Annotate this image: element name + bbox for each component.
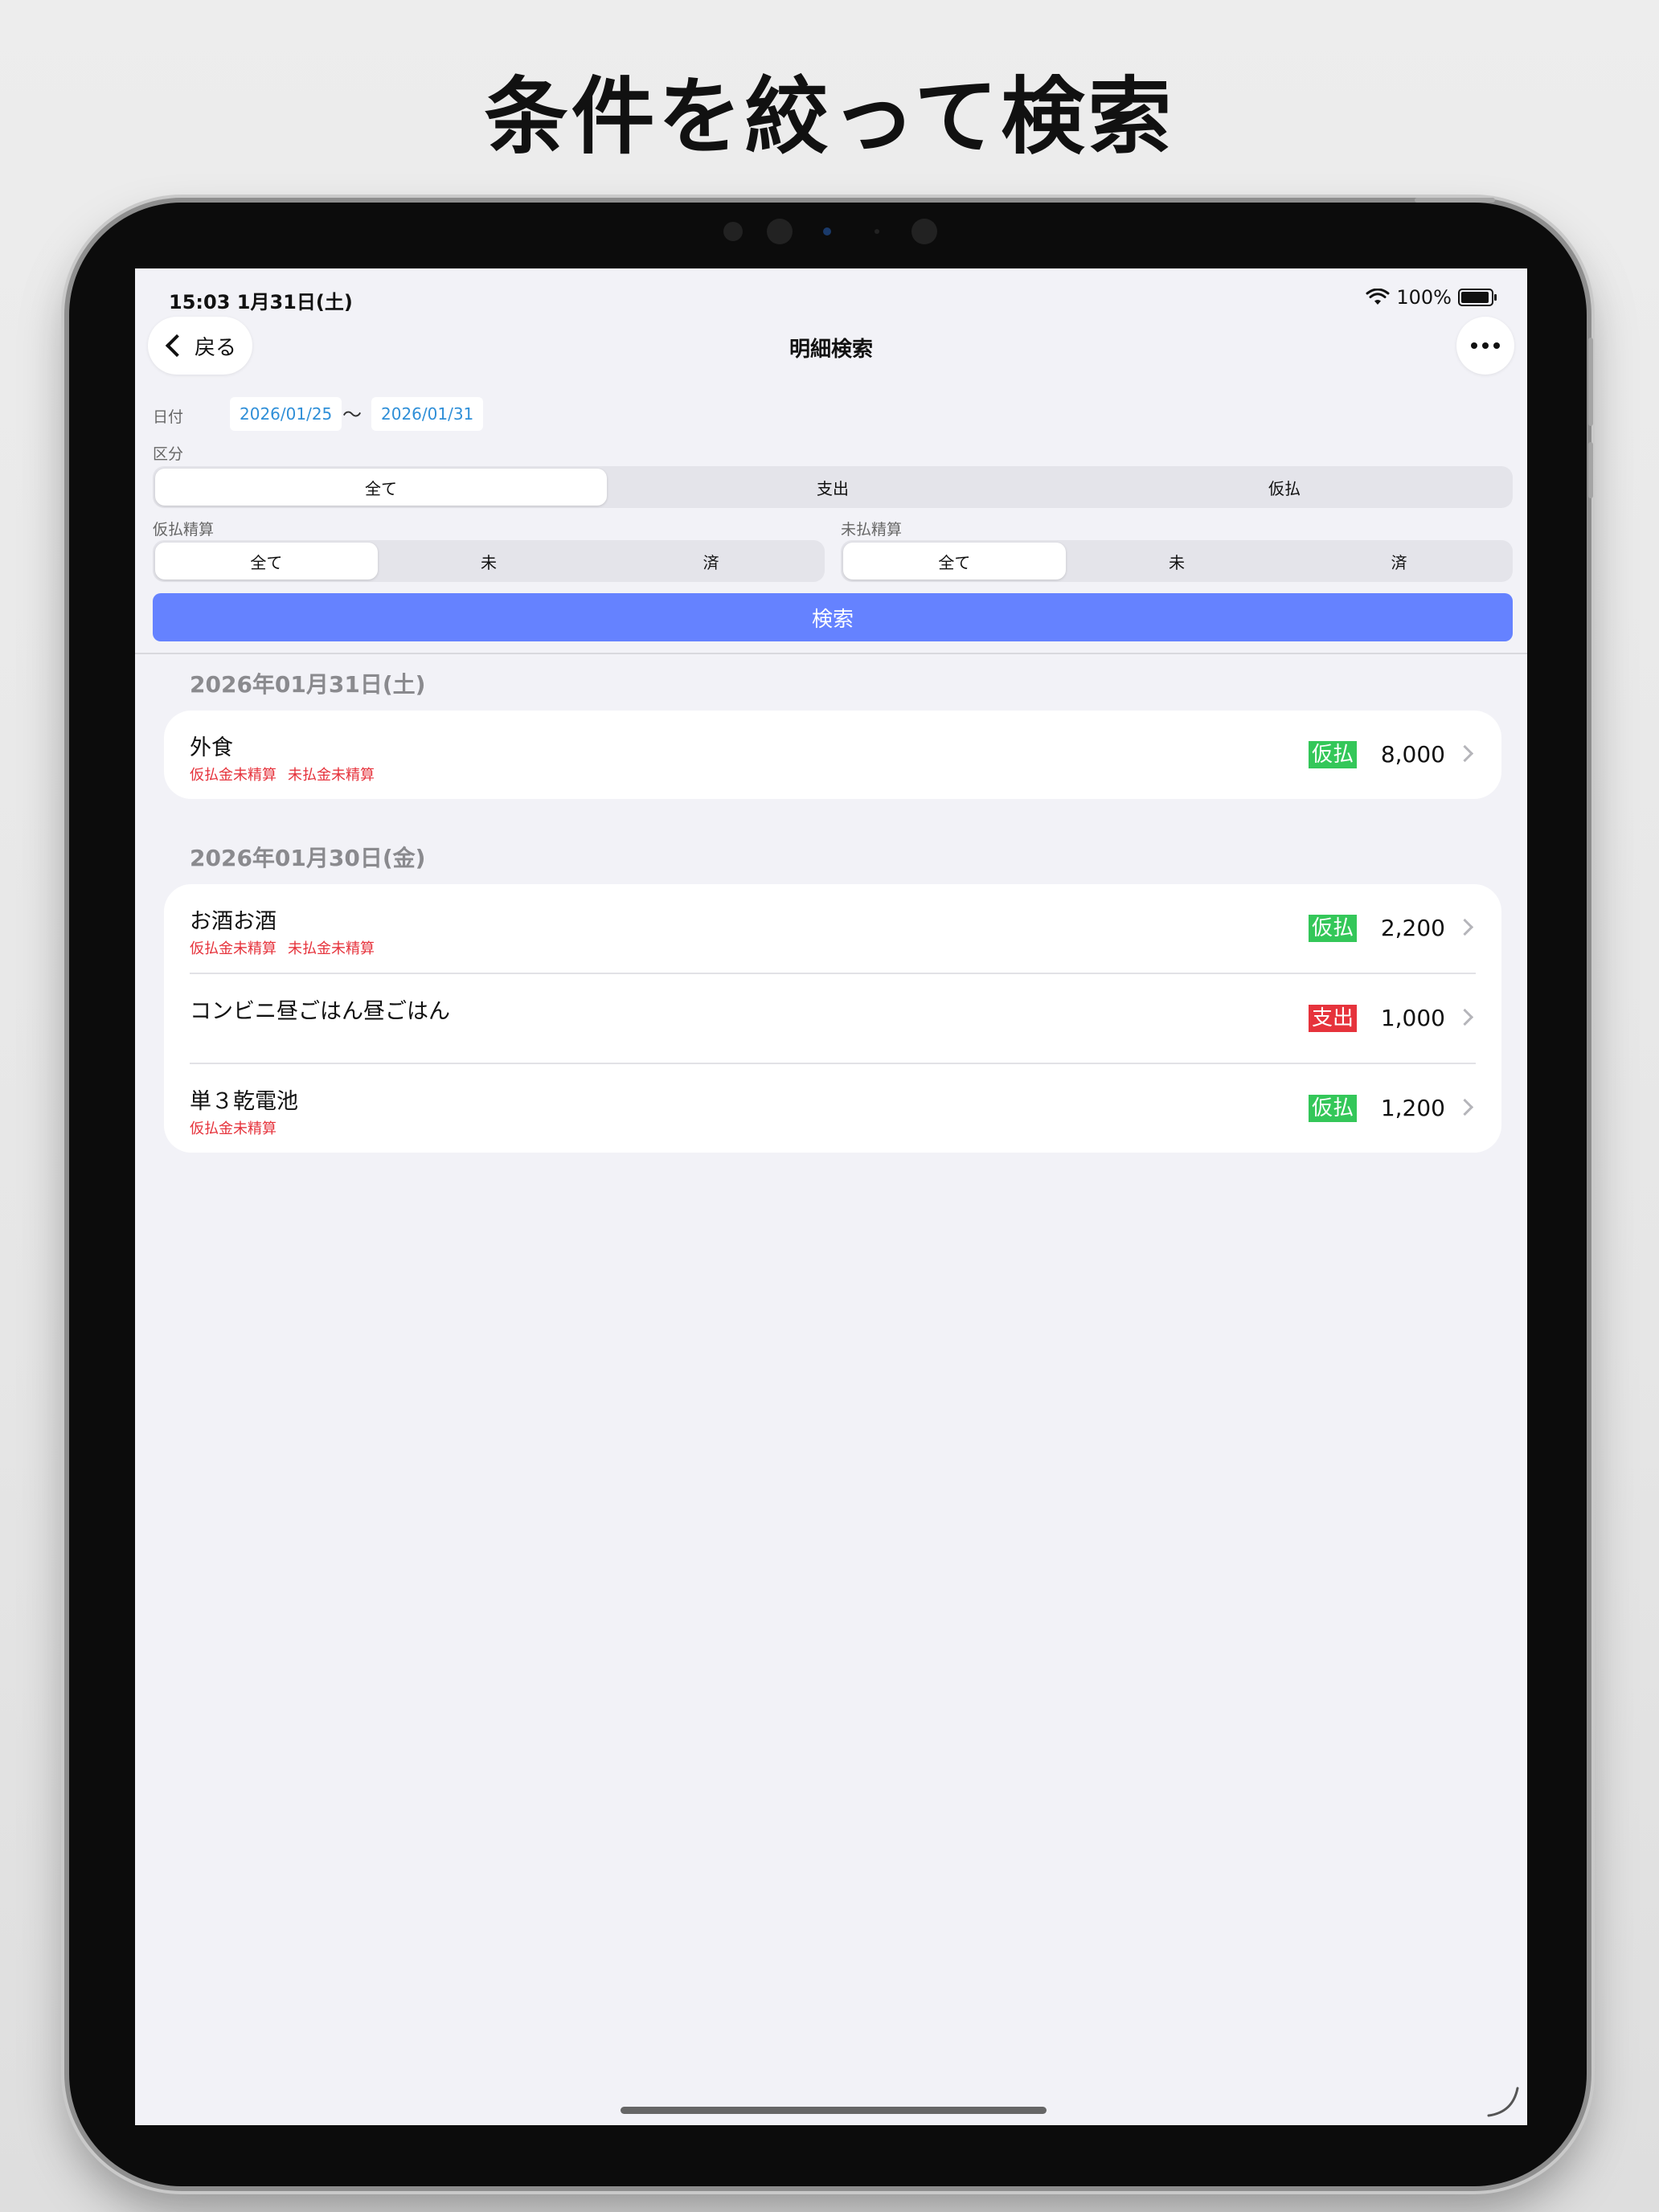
front-sensor-icon [911,219,937,244]
category-badge: 仮払 [1308,915,1357,942]
ellipsis-icon [1471,342,1477,349]
volume-button [1588,338,1593,426]
battery-icon [1458,289,1497,306]
status-bar: 15:03 1月31日(土) 100% [169,278,1497,313]
karibarai-option[interactable]: 済 [600,543,822,580]
volume-button [1588,442,1593,498]
entry-notes: 仮払金未精算 [190,1117,276,1138]
entry-row[interactable]: 単３乾電池仮払金未精算 仮払 1,200 [164,1064,1501,1153]
date-label: 日付 [153,408,184,426]
search-button[interactable]: 検索 [153,593,1513,641]
kubun-segmented-control: 全て 支出 仮払 [153,466,1513,508]
front-sensor-icon [823,227,831,236]
kubun-option[interactable]: 仮払 [1059,469,1510,506]
date-from-field[interactable]: 2026/01/25 [230,397,342,431]
entry-notes: 仮払金未精算 未払金未精算 [190,937,375,958]
mibarai-segmented-control: 全て未済 [841,540,1513,582]
top-button [1415,198,1495,203]
status-time: 15:03 1月31日(土) [169,291,353,313]
karibarai-option[interactable]: 全て [155,543,378,580]
navigation-bar: 戻る 明細検索 [135,315,1527,379]
date-section-header: 2026年01月31日(土) [190,671,426,698]
mibarai-option[interactable]: 全て [843,543,1066,580]
kubun-option[interactable]: 全て [155,469,607,506]
entry-row[interactable]: 外食仮払金未精算 未払金未精算 仮払 8,000 [164,711,1501,799]
settlement-note: 仮払金未精算 [190,1120,276,1137]
category-badge: 仮払 [1308,1095,1357,1122]
kubun-option[interactable]: 支出 [607,469,1059,506]
front-sensor-icon [875,229,879,234]
entry-row[interactable]: お酒お酒仮払金未精算 未払金未精算 仮払 2,200 [164,884,1501,973]
mibarai-option[interactable]: 済 [1288,543,1510,580]
entries-card: お酒お酒 仮払金未精算 未払金未精算 仮払 2,200 コンビニ昼ごはん昼ごはん 支出 1,0… [164,884,1501,1153]
section-divider [135,653,1527,654]
entry-title: 単３乾電池 [190,1089,298,1114]
page-title: 明細検索 [789,338,873,362]
chevron-right-icon [1456,1098,1474,1116]
chevron-right-icon [1456,918,1474,936]
entry-amount: 2,200 [1380,915,1445,941]
mibarai-option[interactable]: 未 [1066,543,1288,580]
chevron-right-icon [1456,1008,1474,1026]
category-badge: 支出 [1308,1005,1357,1032]
front-sensor-icon [723,222,743,241]
kubun-label: 区分 [153,445,184,463]
karibarai-segmented-control: 全て未済 [153,540,825,582]
karibarai-option[interactable]: 未 [378,543,600,580]
promo-headline: 条件を絞って検索 [484,68,1175,166]
battery-percent: 100% [1396,286,1452,309]
entry-title: 外食 [190,735,233,760]
entry-amount: 1,200 [1380,1095,1445,1121]
entry-row[interactable]: コンビニ昼ごはん昼ごはん 支出 1,000 [164,974,1501,1063]
scroll-corner-icon [1487,2087,1519,2117]
ellipsis-icon [1493,342,1500,349]
settlement-note: 未払金未精算 [288,767,375,784]
chevron-right-icon [1456,744,1474,763]
wifi-icon [1366,289,1390,305]
front-camera-icon [767,219,793,244]
karibarai-label: 仮払精算 [153,521,215,539]
entry-notes: 仮払金未精算 未払金未精算 [190,764,375,784]
settlement-note: 仮払金未精算 [190,940,276,957]
entry-title: お酒お酒 [190,909,276,934]
mibarai-label: 未払精算 [841,521,903,539]
settlement-note: 仮払金未精算 [190,767,276,784]
more-button[interactable] [1456,317,1514,375]
home-indicator[interactable] [621,2107,1047,2114]
date-to-field[interactable]: 2026/01/31 [371,397,484,431]
entry-amount: 8,000 [1380,741,1445,768]
app-screen: 15:03 1月31日(土) 100% 戻る 明細検索 日付 2026/01/2… [135,268,1527,2125]
date-range-separator: 〜 [342,403,362,426]
status-right: 100% [1366,286,1497,309]
category-badge: 仮払 [1308,741,1357,768]
settlement-note: 未払金未精算 [288,940,375,957]
entries-card: 外食仮払金未精算 未払金未精算 仮払 8,000 [164,711,1501,799]
date-section-header: 2026年01月30日(金) [190,845,426,871]
entry-title: コンビニ昼ごはん昼ごはん [190,999,450,1024]
ellipsis-icon [1482,342,1489,349]
entry-amount: 1,000 [1380,1005,1445,1031]
